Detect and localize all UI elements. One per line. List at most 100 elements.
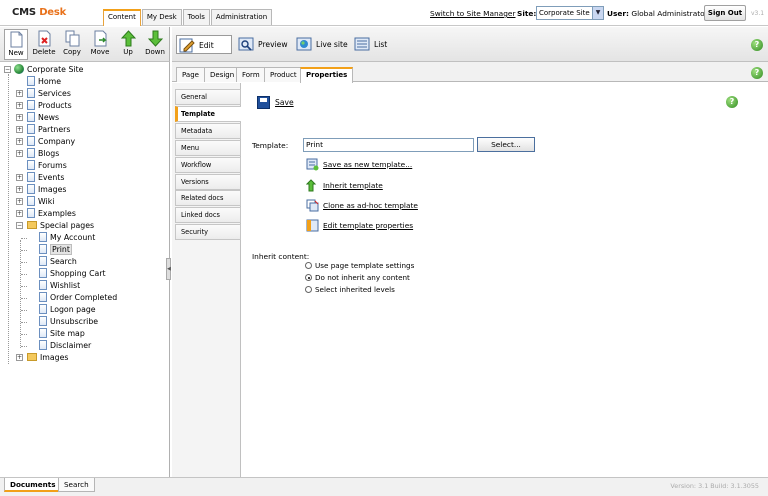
tree-item-my-account[interactable]: My Account: [39, 232, 95, 243]
tree-root[interactable]: Corporate Site: [14, 64, 83, 75]
clone-template-link[interactable]: Clone as ad-hoc template: [306, 199, 418, 213]
expand-icon[interactable]: +: [16, 138, 23, 145]
tree-item-special-pages[interactable]: Special pages: [27, 220, 94, 231]
edit-template-properties-link[interactable]: Edit template properties: [306, 219, 413, 233]
list-mode-button[interactable]: List: [352, 35, 387, 54]
expand-icon[interactable]: +: [16, 126, 23, 133]
vtab-related-docs[interactable]: Related docs: [175, 190, 241, 206]
tree-branch: [21, 322, 27, 323]
tab-design[interactable]: Design: [204, 67, 241, 82]
down-button[interactable]: Down: [143, 29, 167, 60]
tree-item-blogs[interactable]: Blogs: [27, 148, 59, 159]
tree-item-print[interactable]: Print: [39, 244, 72, 255]
radio-button-checked[interactable]: [305, 274, 312, 281]
expand-icon[interactable]: +: [16, 114, 23, 121]
expand-icon[interactable]: +: [16, 174, 23, 181]
panel-splitter-handle[interactable]: ◀: [166, 258, 171, 280]
vtab-metadata[interactable]: Metadata: [175, 123, 241, 139]
tab-content[interactable]: Content: [103, 9, 141, 26]
down-button-label: Down: [145, 48, 165, 56]
collapse-icon[interactable]: −: [16, 222, 23, 229]
help-icon[interactable]: ?: [751, 67, 763, 79]
expand-icon[interactable]: +: [16, 210, 23, 217]
edit-mode-button[interactable]: Edit: [176, 35, 232, 54]
tree-item-partners[interactable]: Partners: [27, 124, 70, 135]
live-site-button[interactable]: Live site: [294, 35, 348, 54]
save-button[interactable]: Save: [257, 96, 294, 110]
radio-button[interactable]: [305, 286, 312, 293]
tree-item-home[interactable]: Home: [27, 76, 61, 87]
expand-icon[interactable]: +: [16, 198, 23, 205]
tree-item-images[interactable]: Images: [27, 184, 66, 195]
expand-icon[interactable]: +: [16, 90, 23, 97]
tab-product[interactable]: Product: [264, 67, 303, 82]
save-template-icon: [306, 158, 319, 171]
tree-item-news[interactable]: News: [27, 112, 59, 123]
tree-item-site-map[interactable]: Site map: [39, 328, 85, 339]
vtab-workflow[interactable]: Workflow: [175, 157, 241, 173]
tree-item-shopping-cart[interactable]: Shopping Cart: [39, 268, 106, 279]
vtab-versions[interactable]: Versions: [175, 174, 241, 190]
tree-item-logon-page[interactable]: Logon page: [39, 304, 96, 315]
radio-select-inherited-levels[interactable]: Select inherited levels: [305, 284, 395, 295]
tree-item-wiki[interactable]: Wiki: [27, 196, 54, 207]
inherit-template-link[interactable]: Inherit template: [306, 179, 383, 193]
template-name-field[interactable]: Print: [303, 138, 474, 152]
tree-line: [8, 74, 9, 364]
tab-tools[interactable]: Tools: [182, 9, 210, 25]
up-button[interactable]: Up: [116, 29, 140, 60]
page-icon: [27, 76, 35, 86]
tree-item-company[interactable]: Company: [27, 136, 75, 147]
tree-branch: [21, 238, 27, 239]
tree-item-order-completed[interactable]: Order Completed: [39, 292, 117, 303]
vtab-security[interactable]: Security: [175, 224, 241, 240]
tree-item-services[interactable]: Services: [27, 88, 71, 99]
expand-icon[interactable]: +: [16, 186, 23, 193]
site-select[interactable]: Corporate Site ▼: [536, 6, 604, 20]
tree-item-unsubscribe[interactable]: Unsubscribe: [39, 316, 98, 327]
tree-item-images-folder[interactable]: Images: [27, 352, 68, 363]
document-sub-tabs: Page Design Form Product Properties ?: [172, 62, 768, 83]
chevron-down-icon[interactable]: ▼: [592, 7, 603, 19]
vtab-general[interactable]: General: [175, 89, 241, 105]
tab-page[interactable]: Page: [176, 67, 205, 82]
tree-item-disclaimer[interactable]: Disclaimer: [39, 340, 91, 351]
radio-do-not-inherit[interactable]: Do not inherit any content: [305, 272, 410, 283]
tree-item-wishlist[interactable]: Wishlist: [39, 280, 80, 291]
vtab-template[interactable]: Template: [175, 106, 241, 122]
select-template-button[interactable]: Select...: [477, 137, 535, 152]
tree-item-forums[interactable]: Forums: [27, 160, 67, 171]
collapse-icon[interactable]: −: [4, 66, 11, 73]
radio-use-template-settings[interactable]: Use page template settings: [305, 260, 414, 271]
tab-search[interactable]: Search: [58, 478, 95, 492]
tree-item-search[interactable]: Search: [39, 256, 77, 267]
radio-button[interactable]: [305, 262, 312, 269]
sign-out-button[interactable]: Sign Out: [704, 5, 746, 21]
move-button[interactable]: Move: [88, 29, 112, 60]
tree-item-products[interactable]: Products: [27, 100, 72, 111]
tab-documents[interactable]: Documents: [4, 478, 62, 492]
tree-branch: [21, 250, 27, 251]
copy-button[interactable]: Copy: [60, 29, 84, 60]
expand-icon[interactable]: +: [16, 150, 23, 157]
page-icon: [27, 208, 35, 218]
new-button[interactable]: New: [4, 29, 28, 60]
delete-button[interactable]: Delete: [32, 29, 56, 60]
expand-icon[interactable]: +: [16, 354, 23, 361]
tab-my-desk[interactable]: My Desk: [141, 9, 182, 25]
tab-form[interactable]: Form: [236, 67, 266, 82]
save-as-new-template-link[interactable]: Save as new template...: [306, 158, 412, 172]
page-icon: [27, 136, 35, 146]
expand-icon[interactable]: +: [16, 102, 23, 109]
tree-item-examples[interactable]: Examples: [27, 208, 76, 219]
vtab-menu[interactable]: Menu: [175, 140, 241, 156]
edit-mode-label: Edit: [199, 41, 214, 50]
tab-properties[interactable]: Properties: [300, 67, 354, 83]
preview-mode-button[interactable]: Preview: [236, 35, 288, 54]
vtab-linked-docs[interactable]: Linked docs: [175, 207, 241, 223]
tab-administration[interactable]: Administration: [210, 9, 273, 25]
switch-site-manager-link[interactable]: Switch to Site Manager: [430, 9, 516, 18]
help-icon[interactable]: ?: [751, 39, 763, 51]
help-icon[interactable]: ?: [726, 96, 738, 108]
tree-item-events[interactable]: Events: [27, 172, 64, 183]
